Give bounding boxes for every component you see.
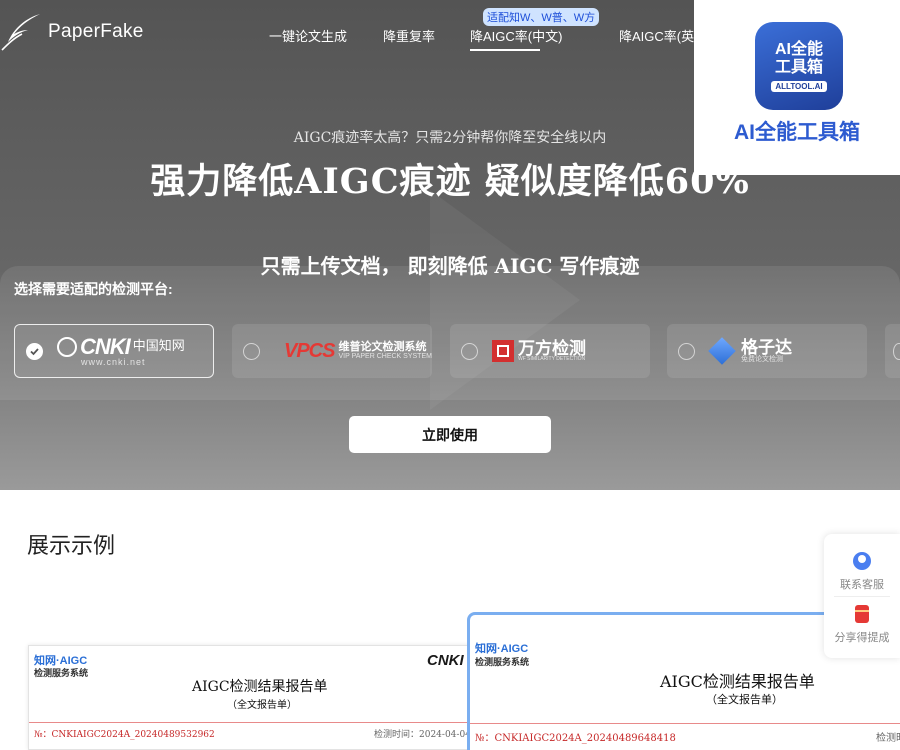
radio-unchecked[interactable] xyxy=(678,342,695,360)
report-divider xyxy=(29,722,477,723)
report-title: AIGC检测结果报告单 xyxy=(660,672,815,691)
nav-item-reduce-duplicate[interactable]: 降重复率 xyxy=(383,26,435,45)
platform-option-vpcs[interactable]: VPCS 维普论文检测系统 VIP PAPER CHECK SYSTEM xyxy=(232,324,432,378)
alltool-ad[interactable]: AI全能 工具箱 ALLTOOL.AI AI全能工具箱 xyxy=(694,0,900,175)
report-brand-sub: 检测服务系统 xyxy=(475,657,530,667)
report-title: AIGC检测结果报告单 xyxy=(192,679,328,695)
logo-text: PaperFake xyxy=(48,21,144,42)
report-brand-sub: 检测服务系统 xyxy=(34,668,89,678)
share-commission-button[interactable]: 分享得提成 xyxy=(824,605,900,645)
ad-text: AI全能工具箱 xyxy=(734,121,860,144)
quill-logo-icon xyxy=(1,14,40,51)
platform-option-cnki[interactable]: CNKI 中国知网 www.cnki.net xyxy=(14,324,214,378)
gezida-brand-sub: 免费论文检测 xyxy=(741,356,783,363)
logo[interactable]: PaperFake xyxy=(0,12,144,52)
vpcs-brand: VPCS 维普论文检测系统 VIP PAPER CHECK SYSTEM xyxy=(284,340,432,363)
report-number: №：CNKIAIGC2024A_20240489532962 xyxy=(34,730,215,740)
nav-item-reduce-aigc-en[interactable]: 降AIGC率(英) xyxy=(619,26,698,45)
wanfang-brand-sub: WF SIMILARITY DETECTION xyxy=(518,356,586,362)
platform-option-wanfang[interactable]: 万方检测 WF SIMILARITY DETECTION xyxy=(450,324,650,378)
ad-icon-url: ALLTOOL.AI xyxy=(771,80,827,92)
checkmark-icon xyxy=(30,347,39,355)
radio-checked[interactable] xyxy=(26,342,43,360)
showcase-title: 展示示例 xyxy=(27,533,116,558)
report-brand: 知网·AIGC xyxy=(475,643,529,655)
wanfang-logo-icon xyxy=(492,340,514,362)
use-now-button[interactable]: 立即使用 xyxy=(349,416,551,453)
cnki-globe-icon xyxy=(57,336,77,357)
vpcs-brand-sub: VIP PAPER CHECK SYSTEM xyxy=(338,353,432,361)
report-divider xyxy=(470,723,900,724)
report-number: №：CNKIAIGC2024A_20240489648418 xyxy=(475,733,676,744)
report-time: 检测时 xyxy=(876,733,900,744)
cnki-brand-cn: 中国知网 xyxy=(132,339,185,354)
gezida-cube-icon xyxy=(708,337,736,365)
report-cnki-logo: CNKI xyxy=(427,652,464,669)
share-commission-label: 分享得提成 xyxy=(834,632,890,644)
ad-icon-line2: 工具箱 xyxy=(774,58,823,76)
red-envelope-icon xyxy=(855,605,869,623)
nav-tag-badge: 适配知W、W普、W方 xyxy=(483,8,600,26)
report-subtitle: （全文报告单） xyxy=(227,700,297,711)
vpcs-brand-name: VPCS xyxy=(284,339,335,362)
radio-unchecked[interactable] xyxy=(243,342,260,360)
radio-unchecked[interactable] xyxy=(461,342,478,360)
cnki-brand-name: CNKI xyxy=(80,333,131,359)
report-time: 检测时间：2024-04-04 14 xyxy=(374,730,478,740)
report-subtitle: （全文报告单） xyxy=(706,693,783,706)
ad-icon-line1: AI全能 xyxy=(774,40,823,58)
nav-item-generate[interactable]: 一键论文生成 xyxy=(269,26,347,45)
platform-option-more[interactable] xyxy=(885,324,900,378)
headset-icon xyxy=(853,552,871,570)
cnki-brand: CNKI 中国知网 www.cnki.net xyxy=(57,333,185,367)
wanfang-brand-name: 万方检测 xyxy=(518,339,586,358)
float-divider xyxy=(834,596,890,597)
wanfang-brand: 万方检测 WF SIMILARITY DETECTION xyxy=(492,340,586,362)
nav-item-reduce-aigc-cn[interactable]: 降AIGC率(中文) xyxy=(470,26,562,51)
gezida-brand: 格子达 免费论文检测 xyxy=(708,337,792,365)
vpcs-brand-cn: 维普论文检测系统 xyxy=(338,341,427,354)
cnki-brand-url: www.cnki.net xyxy=(81,356,146,367)
customer-service-label: 联系客服 xyxy=(840,579,884,591)
platform-label: 选择需要适配的检测平台: xyxy=(14,281,173,297)
radio-unchecked[interactable] xyxy=(893,342,900,360)
floating-sidebar: 联系客服 分享得提成 xyxy=(824,534,900,658)
alltool-app-icon: AI全能 工具箱 ALLTOOL.AI xyxy=(755,22,843,110)
report-card[interactable]: 知网·AIGC 检测服务系统 CNKI AIGC检测结果报告单 （全文报告单） … xyxy=(28,645,478,750)
hero-description: 只需上传文档， 即刻降低 AIGC 写作痕迹 xyxy=(260,254,640,278)
customer-service-button[interactable]: 联系客服 xyxy=(824,552,900,592)
platform-option-gezida[interactable]: 格子达 免费论文检测 xyxy=(667,324,867,378)
gezida-brand-name: 格子达 xyxy=(741,338,792,357)
